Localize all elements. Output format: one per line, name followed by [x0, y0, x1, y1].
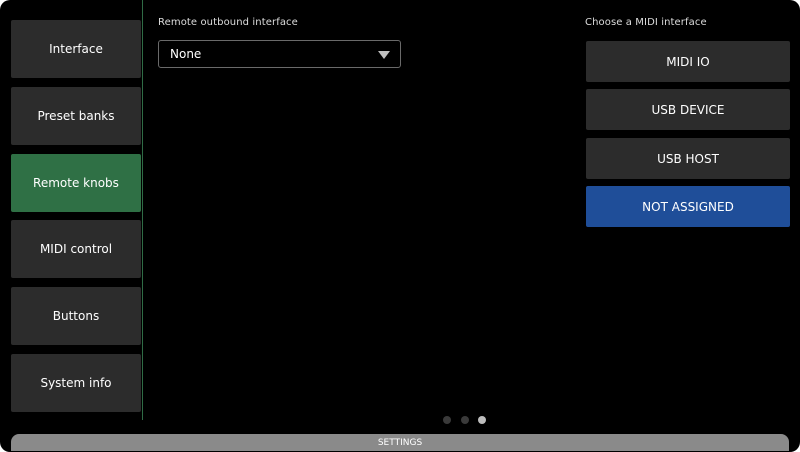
outbound-interface-value: None [170, 47, 202, 61]
midi-option-label: USB HOST [657, 151, 719, 166]
sidebar-item-label: System info [40, 376, 112, 390]
midi-option-label: USB DEVICE [651, 102, 725, 117]
page-dot-current[interactable] [478, 416, 486, 424]
sidebar-item-label: Interface [49, 42, 103, 56]
settings-bar[interactable]: SETTINGS [11, 434, 789, 451]
page-dot[interactable] [443, 416, 451, 424]
sidebar-item-system-info[interactable]: System info [11, 354, 141, 412]
sidebar: Interface Preset banks Remote knobs MIDI… [0, 0, 143, 420]
midi-option-not-assigned[interactable]: NOT ASSIGNED [586, 186, 790, 227]
sidebar-item-label: Preset banks [37, 109, 115, 123]
midi-option-label: MIDI IO [666, 54, 710, 69]
sidebar-item-remote-knobs[interactable]: Remote knobs [11, 154, 141, 212]
settings-bar-label: SETTINGS [377, 437, 423, 448]
page-dot[interactable] [461, 416, 469, 424]
sidebar-item-buttons[interactable]: Buttons [11, 287, 141, 345]
outbound-interface-select[interactable]: None [158, 40, 401, 68]
chevron-down-icon [378, 51, 390, 59]
page-indicator [443, 416, 493, 425]
midi-option-midi-io[interactable]: MIDI IO [586, 41, 790, 82]
midi-option-usb-host[interactable]: USB HOST [586, 138, 790, 179]
midi-option-label: NOT ASSIGNED [642, 199, 734, 214]
sidebar-item-label: Buttons [52, 309, 100, 323]
midi-option-usb-device[interactable]: USB DEVICE [586, 89, 790, 130]
sidebar-item-preset-banks[interactable]: Preset banks [11, 87, 141, 145]
outbound-interface-label: Remote outbound interface [158, 17, 298, 28]
settings-screen: Interface Preset banks Remote knobs MIDI… [0, 0, 800, 452]
sidebar-item-interface[interactable]: Interface [11, 20, 141, 78]
sidebar-item-label: MIDI control [39, 242, 113, 256]
sidebar-item-label: Remote knobs [33, 176, 119, 190]
midi-interface-label: Choose a MIDI interface [585, 17, 707, 28]
sidebar-item-midi-control[interactable]: MIDI control [11, 220, 141, 278]
